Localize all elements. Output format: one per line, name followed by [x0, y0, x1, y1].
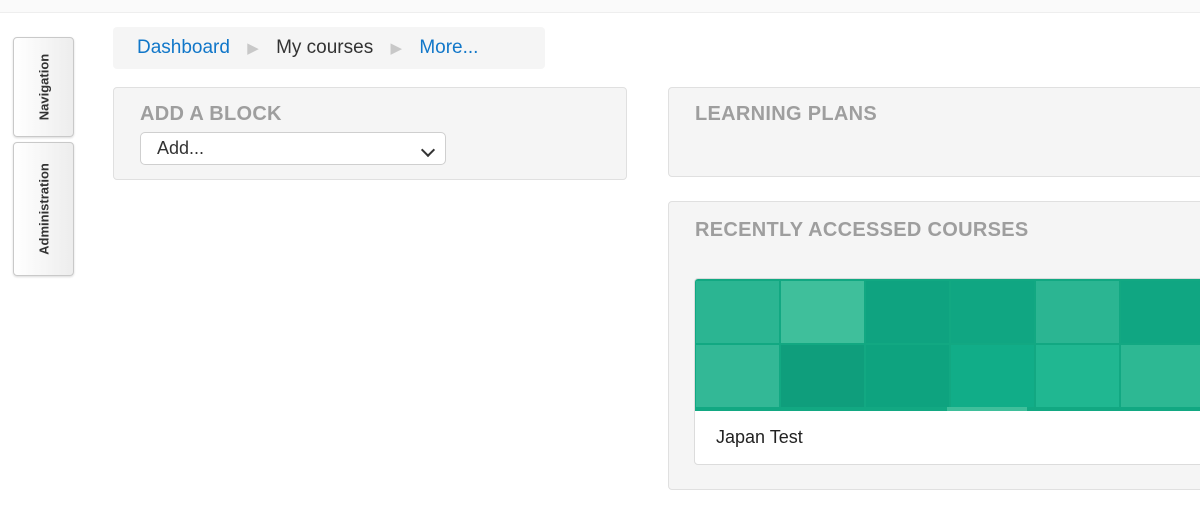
breadcrumb: Dashboard ▶ My courses ▶ More... — [113, 27, 545, 69]
learning-plans-panel: LEARNING PLANS — [668, 87, 1200, 177]
triangle-right-icon: ▶ — [390, 40, 403, 57]
breadcrumb-more[interactable]: More... — [419, 37, 478, 58]
administration-tab[interactable]: Administration — [13, 142, 74, 276]
course-card[interactable]: Japan Test — [694, 278, 1200, 465]
add-block-select[interactable]: Add... — [140, 132, 446, 165]
recently-accessed-courses-title: RECENTLY ACCESSED COURSES — [695, 219, 1029, 241]
top-bar — [0, 0, 1200, 13]
recently-accessed-courses-panel: RECENTLY ACCESSED COURSES Japan Test — [668, 201, 1200, 490]
navigation-tab-label: Navigation — [36, 53, 51, 121]
learning-plans-title: LEARNING PLANS — [695, 103, 877, 125]
administration-tab-label: Administration — [36, 163, 51, 255]
navigation-tab[interactable]: Navigation — [13, 37, 74, 137]
course-name[interactable]: Japan Test — [716, 427, 803, 448]
add-block-panel: ADD A BLOCK Add... — [113, 87, 627, 180]
triangle-right-icon: ▶ — [247, 40, 259, 57]
breadcrumb-my-courses: My courses — [276, 37, 374, 58]
course-image — [695, 279, 1200, 411]
chevron-down-icon — [420, 142, 436, 158]
breadcrumb-dashboard[interactable]: Dashboard — [137, 37, 230, 58]
add-block-title: ADD A BLOCK — [140, 103, 282, 125]
add-block-select-value: Add... — [157, 138, 205, 158]
